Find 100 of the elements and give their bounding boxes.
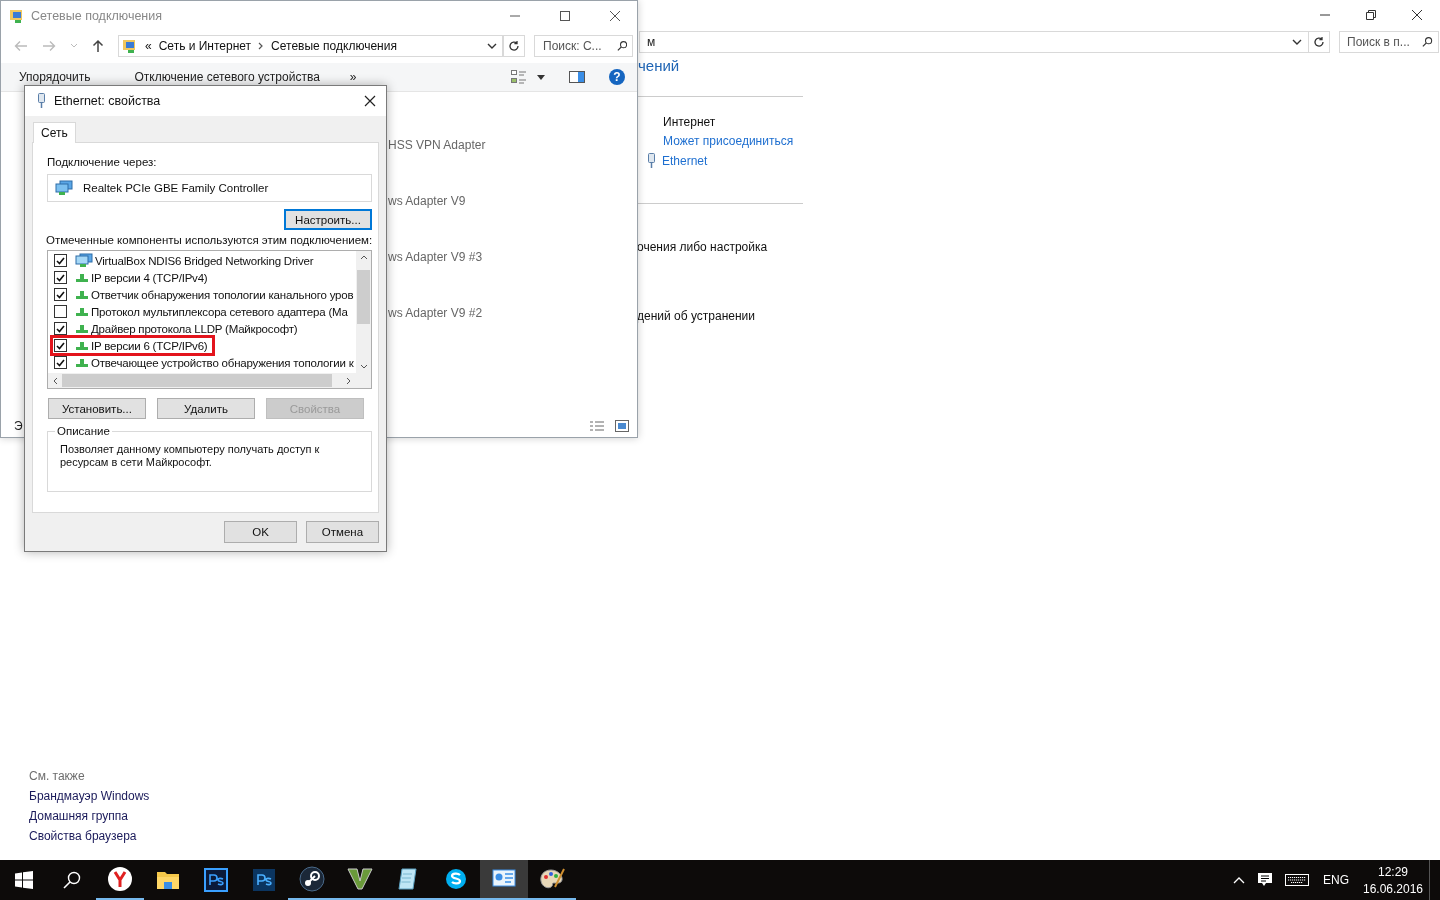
chevron-right-icon[interactable]: [258, 42, 265, 50]
scroll-left-icon[interactable]: [53, 376, 58, 385]
maximize-icon[interactable]: [559, 10, 571, 22]
restore-icon[interactable]: [1365, 9, 1377, 21]
refresh-button[interactable]: [503, 35, 525, 57]
component-name[interactable]: Отвечающее устройство обнаружения топологии к: [91, 356, 354, 369]
more-button[interactable]: »: [339, 70, 367, 84]
adapter-name[interactable]: ws Adapter V9 #2: [388, 306, 637, 320]
breadcrumb-overflow[interactable]: «: [145, 39, 152, 53]
cancel-button[interactable]: Отмена: [306, 521, 379, 543]
search-input[interactable]: Поиск в п...: [1347, 35, 1423, 49]
preview-pane-icon[interactable]: [569, 71, 585, 83]
horizontal-scrollbar[interactable]: [48, 373, 371, 388]
tab[interactable]: Сеть: [33, 122, 76, 143]
vertical-scrollbar[interactable]: [356, 251, 371, 373]
search-icon: [63, 871, 81, 889]
adapter-name[interactable]: ws Adapter V9: [388, 194, 637, 208]
close-icon[interactable]: [609, 10, 621, 22]
link[interactable]: Свойства браузера: [29, 829, 637, 843]
close-icon[interactable]: [1411, 9, 1423, 21]
notification-icon[interactable]: [1257, 872, 1273, 888]
refresh-button[interactable]: [1308, 31, 1330, 53]
chevron-icon: [347, 868, 373, 890]
caret-icon[interactable]: [537, 74, 545, 80]
clock[interactable]: 12:29 16.06.2016: [1361, 864, 1425, 896]
ok-button[interactable]: OK: [224, 521, 297, 543]
protocol-icon: [75, 289, 89, 300]
protocol-icon: [75, 323, 89, 334]
scroll-right-icon[interactable]: [346, 376, 351, 385]
component-name[interactable]: Ответчик обнаружения топологии канального уров: [91, 288, 354, 301]
checkbox[interactable]: [54, 356, 67, 369]
network-adapter-icon: [55, 180, 73, 196]
keyboard-icon[interactable]: [1285, 874, 1309, 886]
network-type: Интернет: [663, 115, 717, 129]
network-adapter-icon: [75, 253, 93, 268]
access-link[interactable]: Может присоединиться: [663, 134, 794, 148]
up-arrow-icon[interactable]: [92, 39, 104, 53]
checkbox[interactable]: [54, 322, 67, 335]
connector-icon: [37, 93, 46, 109]
component-name[interactable]: IP версии 6 (TCP/IPv6): [91, 339, 208, 352]
palette-icon: [539, 867, 565, 891]
search-field[interactable]: Поиск: С...: [534, 35, 633, 57]
tile-icon: [204, 868, 228, 892]
connection-link[interactable]: Ethernet: [662, 154, 708, 168]
close-icon[interactable]: [364, 95, 376, 107]
scroll-up-icon[interactable]: [359, 255, 368, 260]
adapter-name[interactable]: HSS VPN Adapter: [388, 138, 637, 152]
checkbox[interactable]: [54, 339, 67, 352]
search-input[interactable]: Поиск: С...: [543, 39, 617, 53]
search-field[interactable]: Поиск в п...: [1339, 31, 1439, 53]
action-button[interactable]: Удалить: [157, 398, 255, 419]
network-folder-icon: [122, 38, 138, 54]
scroll-down-icon[interactable]: [359, 364, 368, 369]
address-field[interactable]: « Сеть и Интернет Сетевые подключения: [118, 35, 503, 57]
circle-icon: [107, 866, 133, 892]
task-link[interactable]: дений об устранении: [637, 309, 755, 323]
protocol-icon: [75, 340, 89, 351]
checkbox[interactable]: [54, 305, 67, 318]
breadcrumb-item[interactable]: Сеть и Интернет: [158, 39, 252, 53]
tiles-view-icon[interactable]: [615, 420, 629, 432]
component-name[interactable]: Протокол мультиплексора сетевого адаптера (Ма: [91, 305, 348, 318]
group-title: Описание: [56, 425, 111, 437]
component-name[interactable]: Драйвер протокола LLDP (Майкрософт): [91, 322, 298, 335]
clock-date: 16.06.2016: [1362, 881, 1424, 896]
search-icon: [616, 40, 627, 52]
chevron-up-icon[interactable]: [1233, 876, 1245, 884]
toolbar-button[interactable]: Отключение сетевого устройства: [124, 70, 330, 84]
protocol-icon: [75, 306, 89, 317]
refresh-icon: [508, 40, 520, 52]
taskbar-app[interactable]: [480, 860, 528, 900]
view-options-icon[interactable]: [511, 70, 527, 84]
toolbar-button[interactable]: Упорядочить: [9, 70, 101, 84]
refresh-icon: [1313, 36, 1325, 48]
link[interactable]: Домашняя группа: [29, 809, 637, 823]
configure-button[interactable]: Настроить...: [284, 209, 372, 230]
adapter-name[interactable]: ws Adapter V9 #3: [388, 250, 637, 264]
search-icon: [1422, 36, 1433, 48]
section-title: См. также: [29, 769, 86, 783]
field-label: Подключение через:: [47, 156, 158, 168]
checkbox[interactable]: [54, 288, 67, 301]
address-field[interactable]: м: [639, 31, 1309, 53]
component-name[interactable]: VirtualBox NDIS6 Bridged Networking Driver: [95, 254, 314, 267]
chevron-down-icon[interactable]: [1292, 38, 1302, 46]
connector-icon: [647, 153, 656, 169]
action-button[interactable]: Установить...: [48, 398, 146, 419]
checkbox[interactable]: [54, 254, 67, 267]
help-button[interactable]: ?: [609, 69, 625, 85]
language-indicator[interactable]: ENG: [1323, 873, 1349, 887]
field-label: Отмеченные компоненты используются этим подключением:: [46, 234, 372, 246]
link[interactable]: Брандмауэр Windows: [29, 789, 637, 803]
folder-icon: [156, 869, 180, 891]
clock-time: 12:29: [1378, 864, 1408, 879]
component-name[interactable]: IP версии 4 (TCP/IPv4): [91, 271, 208, 284]
task-link[interactable]: очения либо настройка: [637, 240, 768, 254]
breadcrumb-item[interactable]: Сетевые подключения: [271, 39, 397, 53]
checkbox[interactable]: [54, 271, 67, 284]
tile-icon: [252, 868, 276, 892]
protocol-icon: [75, 357, 89, 368]
window-title: Сетевые подключения: [31, 9, 162, 23]
chevron-down-icon[interactable]: [487, 42, 497, 50]
